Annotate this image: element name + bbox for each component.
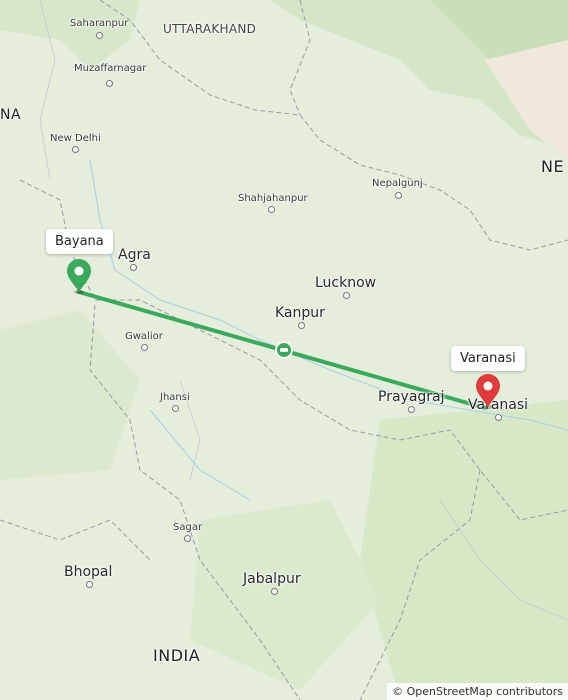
- city-dot: [96, 32, 103, 39]
- map-attribution[interactable]: © OpenStreetMap contributors: [387, 683, 568, 700]
- city-label-lucknow: Lucknow: [315, 275, 377, 291]
- city-label-gwalior: Gwalior: [125, 331, 163, 342]
- city-dot: [72, 146, 79, 153]
- city-label-sagar: Sagar: [173, 522, 203, 533]
- city-dot: [343, 292, 350, 299]
- city-dot: [86, 581, 93, 588]
- city-label-shahjahanpur: Shahjahanpur: [238, 193, 308, 204]
- city-label-jhansi: Jhansi: [160, 392, 190, 403]
- city-label-agra: Agra: [118, 247, 151, 263]
- origin-label: Bayana: [55, 234, 104, 249]
- origin-pin-icon[interactable]: [65, 258, 93, 294]
- city-label-nepalgunj: Nepalgunj: [372, 178, 423, 189]
- city-label-new-delhi: New Delhi: [50, 133, 101, 144]
- city-dot: [495, 414, 502, 421]
- city-label-muzaffarnagar: Muzaffarnagar: [74, 63, 147, 74]
- map-view[interactable]: Saharanpur Muzaffarnagar New Delhi Shahj…: [0, 0, 568, 700]
- city-dot: [298, 322, 305, 329]
- city-label-jabalpur: Jabalpur: [243, 571, 301, 587]
- city-label-kanpur: Kanpur: [275, 305, 325, 321]
- city-label-bhopal: Bhopal: [64, 564, 113, 580]
- city-dot: [141, 344, 148, 351]
- city-dot: [271, 588, 278, 595]
- region-label-uttarakhand: UTTARAKHAND: [163, 22, 257, 36]
- destination-label: Varanasi: [460, 351, 516, 366]
- origin-callout: Bayana: [46, 229, 113, 254]
- city-dot: [172, 405, 179, 412]
- city-label-prayagraj: Prayagraj: [378, 389, 445, 405]
- destination-callout: Varanasi: [451, 346, 525, 371]
- city-dot: [268, 206, 275, 213]
- city-label-saharanpur: Saharanpur: [70, 18, 129, 29]
- city-dot: [130, 264, 137, 271]
- city-dot: [184, 535, 191, 542]
- city-dot: [408, 406, 415, 413]
- destination-pin-icon[interactable]: [474, 373, 502, 409]
- region-label-cut-left: NA: [0, 107, 22, 123]
- region-label-india: INDIA: [153, 646, 201, 665]
- city-dot: [106, 80, 113, 87]
- city-dot: [395, 192, 402, 199]
- region-label-cut-right: NE: [541, 157, 565, 176]
- car-icon[interactable]: [275, 341, 293, 359]
